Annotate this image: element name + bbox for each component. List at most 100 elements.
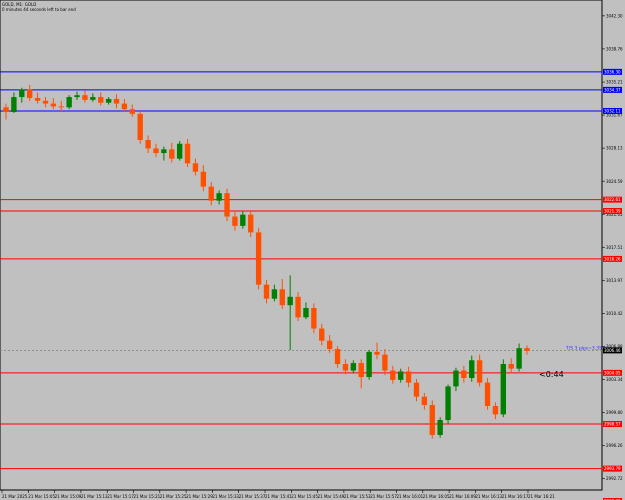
- x-tick-label: 21 Mar 15:17: [107, 494, 134, 499]
- candle-body: [240, 214, 246, 226]
- candle-body: [445, 386, 451, 420]
- candle-body: [3, 107, 9, 112]
- x-tick-label: 21 Mar 15:53: [344, 494, 371, 499]
- x-tick-label: 21 Mar 15:25: [160, 494, 187, 499]
- x-tick-label: 21 Mar 16:17: [502, 494, 529, 499]
- candle-body: [429, 405, 435, 435]
- candle-body: [208, 186, 214, 201]
- candle: [366, 350, 372, 380]
- x-tick-label: 21 Mar 15:21: [134, 494, 161, 499]
- level-price-label: 3004.05: [604, 370, 621, 375]
- candle-body: [11, 97, 17, 112]
- level-price-label: 3036.30: [604, 69, 621, 74]
- x-tick-label: 21 Mar 16:09: [449, 494, 476, 499]
- candle: [445, 384, 451, 424]
- candle-body: [382, 354, 388, 371]
- x-tick-label: 21 Mar 15:29: [186, 494, 213, 499]
- level-price-label: 3032.11: [604, 109, 621, 114]
- y-tick-label: 2996.26: [606, 443, 623, 448]
- candle-body: [476, 360, 483, 383]
- y-tick-label: 3028.13: [606, 146, 623, 151]
- candle: [500, 359, 507, 418]
- level-price-label: 3021.39: [604, 209, 621, 214]
- candle-body: [350, 363, 357, 371]
- level-price-label: 2998.57: [604, 422, 621, 427]
- candle-body: [516, 348, 522, 369]
- candle-body: [200, 171, 207, 187]
- candle-body: [129, 109, 135, 114]
- candle-body: [326, 340, 333, 350]
- x-tick-label: 21 Mar 15:37: [239, 494, 266, 499]
- candle-body: [303, 308, 309, 318]
- candle-body: [319, 328, 325, 341]
- current-price-line-label: T/S 3 pips=3.35 %: [565, 346, 608, 352]
- candle: [255, 227, 262, 290]
- x-tick-label: 21 Mar 15:45: [291, 494, 318, 499]
- x-tick-label: 21 Mar 15:13: [81, 494, 108, 499]
- bar-countdown: <0:44: [539, 370, 564, 379]
- candle-body: [98, 97, 104, 103]
- candle-body: [500, 364, 507, 415]
- candle-body: [453, 370, 459, 387]
- y-tick-label: 3010.42: [606, 311, 623, 316]
- x-tick-label: 21 Mar 15:33: [212, 494, 239, 499]
- candle: [176, 140, 183, 161]
- candle-body: [34, 98, 41, 101]
- candle-body: [216, 193, 222, 201]
- candle-body: [90, 97, 96, 100]
- candle-body: [26, 89, 33, 98]
- y-tick-label: 2992.72: [606, 476, 623, 481]
- candle-body: [82, 95, 88, 100]
- candle-body: [437, 420, 443, 435]
- candle-body: [42, 100, 49, 104]
- candle: [66, 95, 72, 110]
- candle-body: [295, 296, 301, 318]
- candle-body: [161, 149, 167, 154]
- candle-body: [169, 149, 175, 159]
- level-price-label: 3034.37: [604, 87, 621, 92]
- y-tick-label: 2999.80: [606, 410, 623, 415]
- y-tick-label: 3042.30: [606, 13, 623, 18]
- x-tick-label: 21 Mar 15:57: [370, 494, 397, 499]
- candle-body: [153, 148, 159, 154]
- candle-body: [121, 103, 128, 110]
- candle-body: [469, 360, 475, 378]
- candle-body: [232, 216, 238, 226]
- x-tick-label: 21 Mar 15:41: [265, 494, 292, 499]
- price-axis: 3042.303038.763035.213031.673028.133024.…: [602, 13, 623, 481]
- candle-body: [342, 364, 349, 371]
- candle-body: [358, 363, 364, 378]
- candle-body: [492, 406, 499, 415]
- current-price-label: 3006.46: [604, 348, 621, 353]
- candle-body: [484, 382, 491, 406]
- y-tick-label: 3013.97: [606, 278, 623, 283]
- x-tick-label: 21 Mar 16:21: [528, 494, 555, 499]
- candle: [429, 400, 435, 439]
- x-tick-label: 21 Mar 16:13: [475, 494, 502, 499]
- x-tick-label: 21 Mar 15:49: [318, 494, 345, 499]
- candle-body: [19, 89, 25, 98]
- candle-body: [113, 98, 120, 104]
- candle: [437, 417, 443, 438]
- candle-body: [145, 140, 151, 149]
- y-tick-label: 3035.21: [606, 80, 623, 85]
- candle-body: [192, 163, 199, 172]
- candle-body: [374, 351, 380, 355]
- candle-body: [287, 296, 293, 306]
- y-tick-label: 3003.34: [606, 377, 623, 382]
- candle-body: [311, 308, 317, 329]
- candle-body: [405, 371, 412, 383]
- candle-body: [421, 396, 428, 406]
- price-chart[interactable]: T/S 3 pips=3.35 % 3042.30 3038.76 3035.21 3…: [0, 0, 625, 500]
- candle-body: [390, 370, 396, 380]
- candle-body: [508, 364, 514, 369]
- candle: [137, 111, 143, 144]
- candle-body: [524, 348, 530, 351]
- level-price-label: 2993.79: [604, 466, 621, 471]
- x-tick-label: 21 Mar 16:01: [397, 494, 424, 499]
- x-tick-label: 21 Mar 16:05: [423, 494, 450, 499]
- candle-body: [176, 143, 183, 159]
- candle-body: [248, 214, 254, 233]
- y-tick-label: 3038.76: [606, 47, 623, 52]
- candle-body: [271, 289, 278, 299]
